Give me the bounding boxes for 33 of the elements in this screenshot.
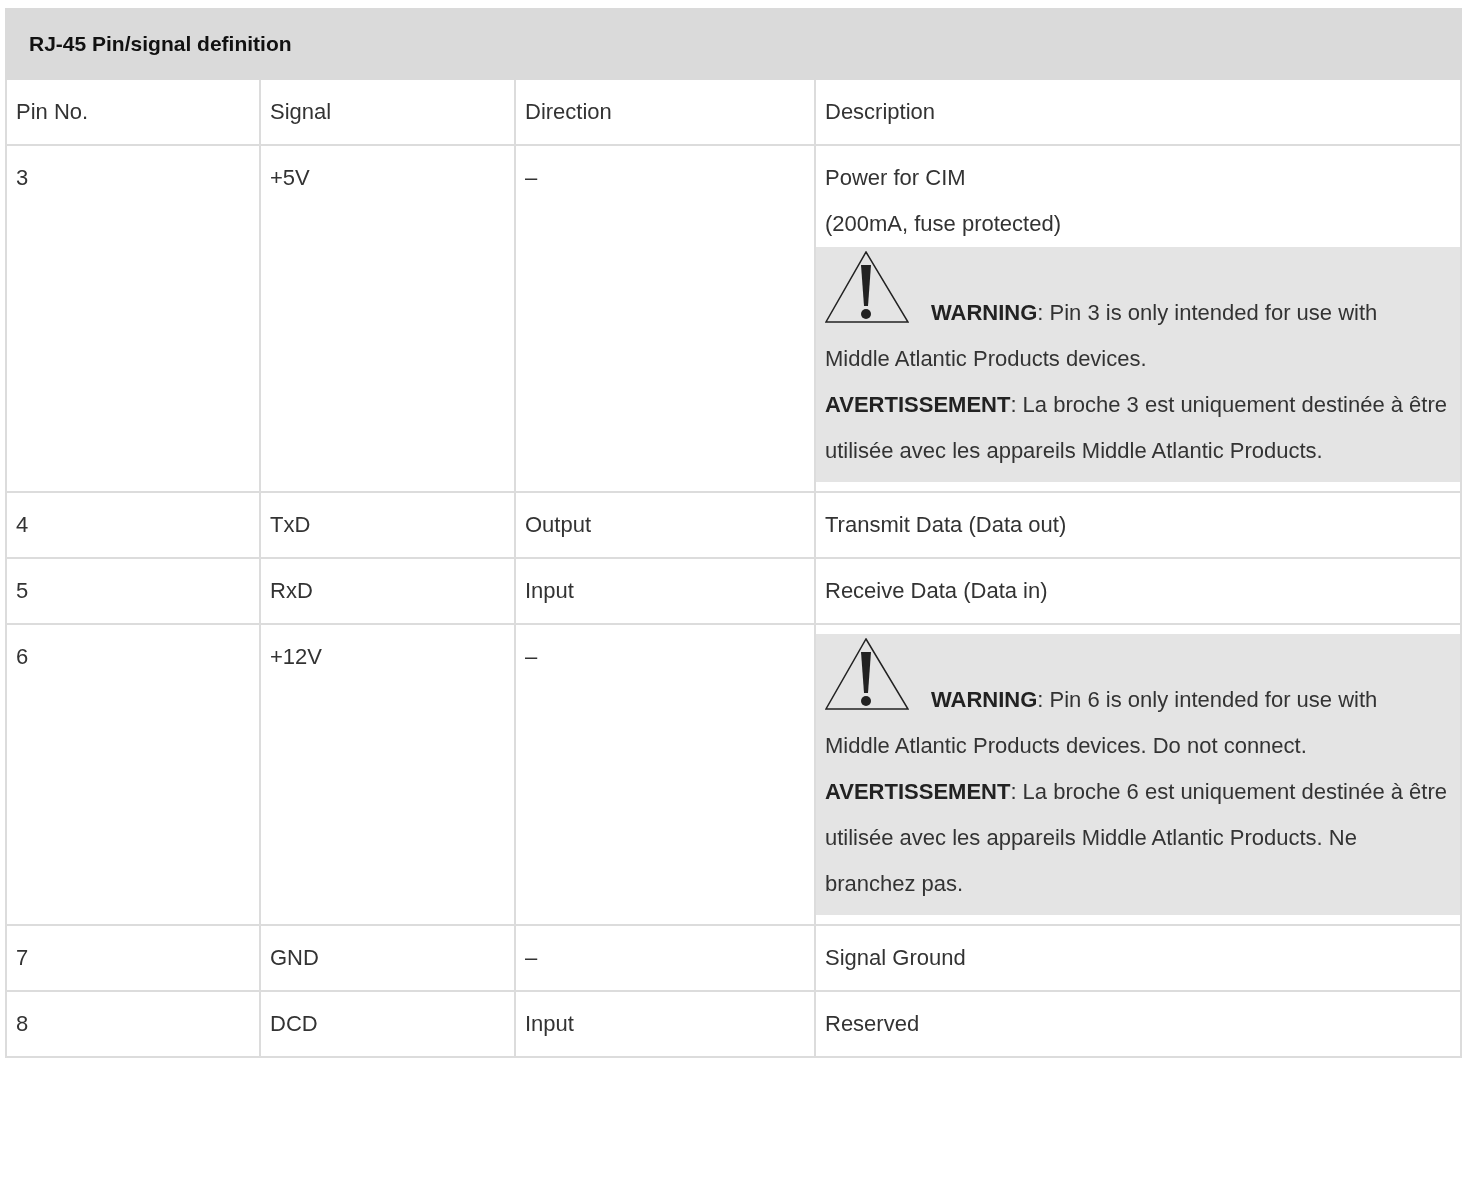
- description-text: Signal Ground: [825, 944, 967, 972]
- table-cell: 6: [6, 624, 260, 925]
- column-header: Pin No.: [6, 79, 260, 145]
- table-cell: +12V: [260, 624, 515, 925]
- column-header: Direction: [515, 79, 815, 145]
- table-cell: 4: [6, 492, 260, 558]
- warning-text: AVERTISSEMENT: La broche 6 est uniquement destinée à être utilisée avec les appareils Middle Atlantic Products. Ne branchez pas.: [825, 778, 1448, 898]
- table-cell: TxD: [260, 492, 515, 558]
- warning-text: WARNING: Pin 6 is only intended for use with Middle Atlantic Products devices. Do not connect.: [825, 638, 1448, 769]
- table-cell: GND: [260, 925, 515, 991]
- table-cell: 7: [6, 925, 260, 991]
- table-cell: Input: [515, 991, 815, 1057]
- warning-text: AVERTISSEMENT: La broche 3 est uniquement destinée à être utilisée avec les appareils Middle Atlantic Products.: [825, 391, 1448, 465]
- description-text: Receive Data (Data in): [825, 577, 1049, 605]
- warning-icon: [825, 638, 909, 710]
- table-cell: 5: [6, 558, 260, 624]
- description-text: Power for CIM: [825, 164, 967, 192]
- column-header: Description: [815, 79, 1461, 145]
- description-text: Reserved: [825, 1010, 921, 1038]
- table-cell: –: [515, 925, 815, 991]
- warning-icon: [825, 251, 909, 323]
- table-cell: +5V: [260, 145, 515, 492]
- description-text: Transmit Data (Data out): [825, 511, 1068, 539]
- column-header: Signal: [260, 79, 515, 145]
- table-cell: DCD: [260, 991, 515, 1057]
- table-title: RJ-45 Pin/signal definition: [6, 9, 1461, 79]
- table-cell: 8: [6, 991, 260, 1057]
- table-cell: RxD: [260, 558, 515, 624]
- description-text: (200mA, fuse protected): [825, 210, 1062, 238]
- table-cell: 3: [6, 145, 260, 492]
- table-cell: Output: [515, 492, 815, 558]
- warning-text: WARNING: Pin 3 is only intended for use with Middle Atlantic Products devices.: [825, 251, 1448, 382]
- table-cell: Input: [515, 558, 815, 624]
